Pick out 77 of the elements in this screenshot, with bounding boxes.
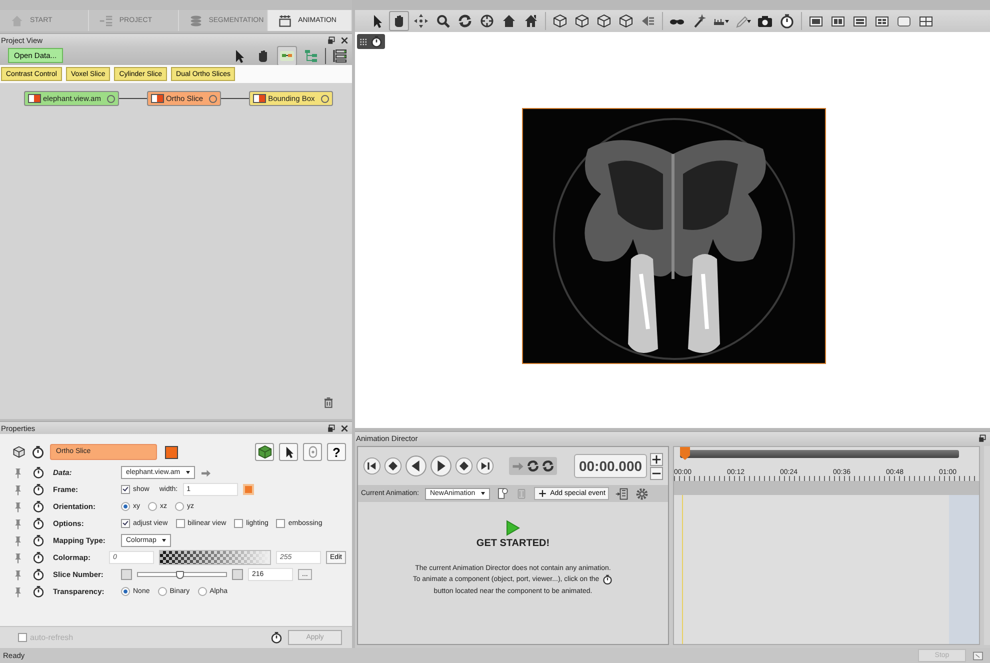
checkbox[interactable] — [234, 519, 244, 528]
connector-line — [221, 98, 250, 99]
radio-button[interactable] — [121, 587, 130, 596]
timeline-track[interactable] — [680, 450, 959, 458]
stopwatch-icon[interactable] — [270, 631, 283, 644]
stopwatch-icon[interactable] — [32, 585, 45, 598]
stopwatch-icon[interactable] — [32, 483, 45, 496]
new-animation-icon[interactable] — [496, 487, 510, 500]
checkbox[interactable] — [121, 485, 130, 494]
next-key-icon[interactable] — [455, 457, 473, 475]
loop-icon[interactable] — [526, 459, 540, 473]
lock-button[interactable] — [303, 443, 322, 461]
port-icon — [150, 94, 164, 103]
skip-start-icon[interactable] — [363, 457, 381, 475]
play-mode-group[interactable] — [509, 457, 557, 475]
port-circle-icon[interactable] — [320, 94, 329, 102]
float-icon[interactable] — [327, 36, 336, 44]
time-display: 00:00.000 — [574, 454, 647, 478]
port-circle-icon[interactable] — [106, 94, 115, 102]
pointer-button[interactable] — [279, 443, 298, 461]
port-icon — [253, 94, 266, 103]
stopwatch-icon[interactable] — [32, 551, 45, 564]
minus-icon[interactable] — [650, 466, 663, 480]
list-icon — [99, 14, 114, 28]
viewer-options-button[interactable] — [357, 34, 385, 49]
cube-icon[interactable] — [12, 445, 26, 459]
help-button[interactable]: ? — [327, 443, 346, 461]
get-started-title: GET STARTED! — [476, 538, 550, 549]
checkbox[interactable] — [276, 519, 286, 528]
checkbox[interactable] — [18, 633, 27, 642]
cube-button[interactable] — [255, 443, 274, 461]
checkbox[interactable] — [176, 519, 185, 528]
settings-icon[interactable] — [635, 486, 650, 500]
trash-icon[interactable] — [322, 396, 335, 409]
float-icon[interactable] — [978, 434, 987, 442]
play-icon[interactable] — [430, 455, 452, 477]
slider-right-button[interactable] — [232, 569, 243, 580]
slider[interactable] — [137, 572, 227, 577]
play-icon — [506, 520, 520, 536]
radio-button[interactable] — [121, 502, 130, 511]
previous-key-icon[interactable] — [384, 457, 402, 475]
slider-thumb[interactable] — [176, 571, 184, 579]
colormap-gradient[interactable] — [158, 550, 271, 565]
radio-button[interactable] — [158, 587, 167, 596]
layers-icon — [188, 14, 203, 28]
stopwatch-icon[interactable] — [32, 568, 45, 581]
stopwatch-icon[interactable] — [32, 500, 45, 513]
keyframe-icon[interactable] — [615, 486, 630, 500]
cube-icon — [258, 445, 272, 459]
radio-button[interactable] — [175, 502, 184, 511]
stopwatch-icon[interactable] — [32, 534, 45, 547]
previous-icon[interactable] — [405, 455, 427, 477]
film-icon — [278, 14, 292, 28]
home-icon — [10, 14, 24, 28]
close-icon[interactable] — [340, 36, 349, 44]
connector-line — [118, 98, 147, 99]
color-swatch[interactable] — [165, 446, 178, 458]
stopwatch-icon — [602, 574, 614, 585]
radio-button[interactable] — [148, 502, 157, 511]
stopwatch-icon[interactable] — [31, 445, 45, 459]
port-icon — [28, 94, 41, 103]
float-icon[interactable] — [327, 424, 336, 432]
plus-icon — [538, 489, 548, 498]
stopwatch-icon[interactable] — [32, 517, 45, 530]
slider-left-button[interactable] — [121, 569, 132, 580]
stopwatch-icon — [370, 35, 383, 48]
radio-button[interactable] — [198, 587, 207, 596]
checkbox[interactable] — [121, 519, 130, 528]
console-icon[interactable] — [972, 650, 984, 662]
skip-end-icon[interactable] — [476, 457, 494, 475]
plus-icon[interactable] — [650, 452, 663, 466]
close-icon[interactable] — [340, 424, 349, 432]
swap-icon[interactable] — [541, 459, 555, 473]
stopwatch-icon[interactable] — [32, 466, 45, 479]
playhead-handle[interactable] — [680, 447, 690, 460]
hand-icon[interactable] — [389, 11, 409, 31]
port-circle-icon[interactable] — [209, 94, 218, 102]
